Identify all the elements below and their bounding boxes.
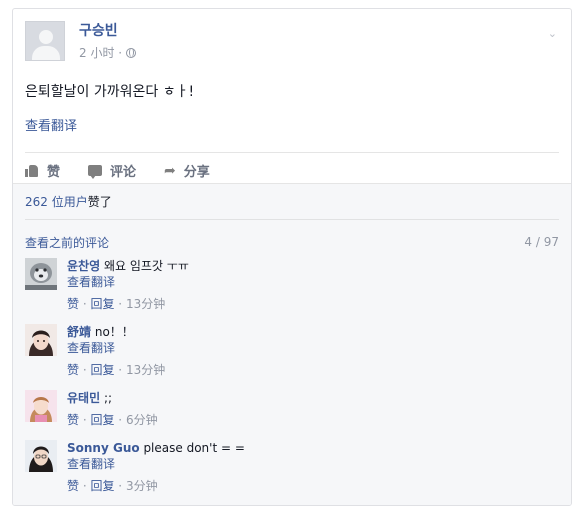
likes-summary: 262 位用户 赞了 (25, 184, 559, 220)
comment-meta: 赞 · 回复 · 3分钟 (67, 479, 158, 493)
chevron-down-icon[interactable]: ⌄ (548, 27, 557, 40)
post-author[interactable]: 구승빈 (79, 22, 136, 40)
person-avatar-icon (25, 324, 57, 356)
comment-text: 왜요 임프갓 ㅜㅠ (103, 259, 189, 273)
share-arrow-icon: ➦ (164, 162, 176, 179)
comments-pager: 4 / 97 (524, 235, 559, 249)
post-header-text: 구승빈 2 小时 · (79, 22, 137, 61)
comment-body: 유태민 ;; 赞 · 回复 · 6分钟 (67, 390, 158, 428)
comment-author[interactable]: Sonny Guo (67, 441, 140, 455)
like-label: 赞 (47, 165, 61, 180)
comment-meta: 赞 · 回复 · 13分钟 (67, 297, 166, 311)
comment-author[interactable]: 윤찬영 (67, 259, 100, 273)
previous-comments-row: 查看之前的评论 4 / 97 (25, 220, 559, 258)
comment-item: 윤찬영 왜요 임프갓 ㅜㅠ 查看翻译 赞 · 回复 · 13分钟 (25, 258, 559, 312)
comment-meta: 赞 · 回复 · 13分钟 (67, 363, 166, 377)
dog-avatar-icon (25, 258, 57, 290)
comment-meta: 赞 · 回复 · 6分钟 (67, 413, 158, 427)
comment-icon (88, 165, 103, 179)
view-previous-comments-link[interactable]: 查看之前的评论 (25, 234, 109, 251)
share-label: 分享 (183, 165, 210, 180)
commenter-avatar[interactable] (25, 390, 57, 422)
person-avatar-icon (25, 390, 57, 422)
thumbs-up-icon (25, 164, 39, 177)
comment-time[interactable]: 13分钟 (126, 297, 165, 311)
post-time[interactable]: 2 小时 · (79, 44, 122, 61)
comment-time[interactable]: 3分钟 (126, 479, 158, 493)
comment-item: Sonny Guo please don't = = 查看翻译 赞 · 回复 ·… (25, 440, 559, 494)
commenter-avatar[interactable] (25, 258, 57, 290)
comment-author[interactable]: 舒靖 (67, 325, 91, 339)
comment-time[interactable]: 13分钟 (126, 363, 165, 377)
comments-section: 262 位用户 赞了 查看之前的评论 4 / 97 윤찬영 왜요 임프갓 ㅜㅠ … (13, 183, 571, 505)
globe-icon[interactable] (126, 47, 137, 58)
comment-text: please don't = = (143, 441, 245, 455)
post-header: 구승빈 2 小时 · ⌄ (25, 21, 559, 61)
like-button[interactable]: 赞 (25, 161, 60, 180)
share-button[interactable]: ➦ 分享 (164, 161, 210, 181)
comment-body: 윤찬영 왜요 임프갓 ㅜㅠ 查看翻译 赞 · 回复 · 13分钟 (67, 258, 189, 312)
post-meta: 2 小时 · (79, 44, 137, 61)
comment-time[interactable]: 6分钟 (126, 413, 158, 427)
comment-text: ;; (103, 391, 113, 405)
comment-item: 유태민 ;; 赞 · 回复 · 6分钟 (25, 390, 559, 428)
commenter-avatar[interactable] (25, 324, 57, 356)
comment-body: Sonny Guo please don't = = 查看翻译 赞 · 回复 ·… (67, 440, 245, 494)
comment-translate-link[interactable]: 查看翻译 (67, 340, 165, 356)
person-avatar-icon (25, 440, 57, 472)
comment-reply-link[interactable]: 回复 (90, 479, 114, 493)
comment-like-link[interactable]: 赞 (67, 479, 79, 493)
comment-like-link[interactable]: 赞 (67, 297, 79, 311)
commenter-avatar[interactable] (25, 440, 57, 472)
comment-body: 舒靖 no！！ 查看翻译 赞 · 回复 · 13分钟 (67, 324, 165, 378)
comment-reply-link[interactable]: 回复 (90, 363, 114, 377)
post-translate-link[interactable]: 查看翻译 (25, 115, 77, 134)
comment-like-link[interactable]: 赞 (67, 363, 79, 377)
likes-count-link[interactable]: 262 位用户 (25, 193, 88, 210)
comment-author[interactable]: 유태민 (67, 391, 100, 405)
comment-button[interactable]: 评论 (88, 161, 136, 180)
comment-translate-link[interactable]: 查看翻译 (67, 456, 245, 472)
likes-label: 赞了 (87, 195, 112, 209)
comment-label: 评论 (110, 165, 137, 180)
author-avatar[interactable] (25, 21, 65, 61)
post-text: 은퇴할날이 가까워온다 ㅎㅏ! (25, 84, 195, 100)
comment-translate-link[interactable]: 查看翻译 (67, 274, 189, 290)
avatar-body-shape (32, 46, 60, 60)
comment-text: no！！ (94, 325, 134, 339)
comment-reply-link[interactable]: 回复 (90, 413, 114, 427)
comment-item: 舒靖 no！！ 查看翻译 赞 · 回复 · 13分钟 (25, 324, 559, 378)
comment-reply-link[interactable]: 回复 (90, 297, 114, 311)
comment-like-link[interactable]: 赞 (67, 413, 79, 427)
avatar-head-shape (39, 30, 53, 44)
post-card: 구승빈 2 小时 · ⌄ 은퇴할날이 가까워온다 ㅎㅏ! 查看翻译 赞 评论 ➦… (12, 8, 572, 506)
post: 구승빈 2 小时 · ⌄ 은퇴할날이 가까워온다 ㅎㅏ! 查看翻译 (13, 9, 571, 134)
